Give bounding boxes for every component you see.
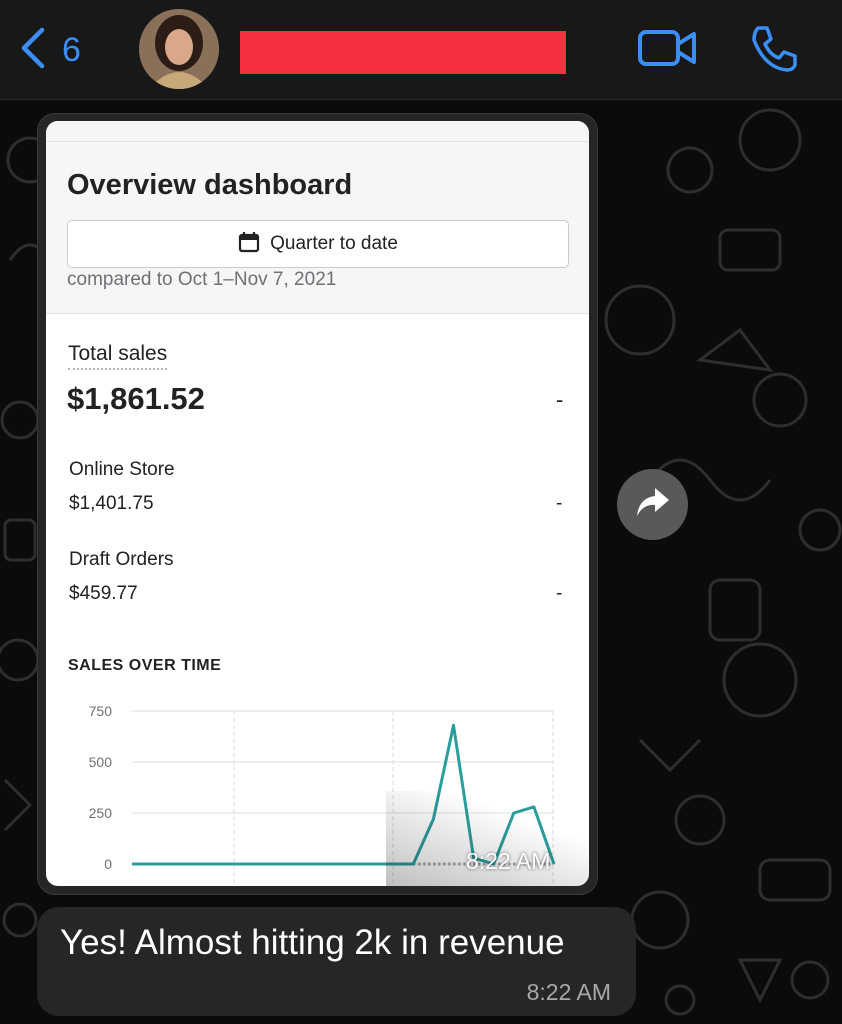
chevron-left-icon [18, 26, 48, 75]
dashboard-header-area: Overview dashboard Quarter to date compa… [46, 121, 589, 314]
video-camera-icon [636, 30, 698, 76]
dashboard-screenshot[interactable]: Overview dashboard Quarter to date compa… [46, 121, 589, 886]
dashboard-title: Overview dashboard [67, 169, 353, 201]
video-call-button[interactable] [636, 24, 698, 72]
message-text: Yes! Almost hitting 2k in revenue [60, 923, 565, 962]
online-store-value: $1,401.75 [69, 493, 154, 514]
unread-count: 6 [62, 30, 81, 69]
message-timestamp: 8:22 AM [526, 979, 611, 1005]
text-message-bubble[interactable]: Yes! Almost hitting 2k in revenue 8:22 A… [37, 907, 636, 1016]
calendar-icon [238, 231, 260, 258]
contact-name-redacted[interactable] [240, 31, 566, 74]
image-timestamp: 8:22 AM [466, 848, 551, 874]
online-store-label: Online Store [69, 459, 175, 480]
total-sales-label: Total sales [68, 342, 168, 370]
divider [46, 141, 589, 142]
y-tick-label: 500 [89, 754, 113, 770]
total-sales-change: - [556, 387, 564, 412]
total-sales-value: $1,861.52 [67, 381, 205, 416]
share-arrow-icon [635, 486, 671, 523]
chart-title: SALES OVER TIME [68, 657, 222, 674]
contact-avatar[interactable] [139, 9, 219, 89]
draft-orders-value: $459.77 [69, 583, 138, 604]
y-tick-label: 750 [89, 703, 113, 719]
comparison-period: compared to Oct 1–Nov 7, 2021 [67, 269, 337, 290]
chat-header: 6 [0, 0, 842, 100]
y-tick-label: 0 [104, 856, 112, 872]
phone-icon [748, 26, 800, 78]
date-range-label: Quarter to date [270, 233, 398, 254]
voice-call-button[interactable] [748, 22, 800, 74]
y-tick-label: 250 [89, 805, 113, 821]
forward-button[interactable] [617, 469, 688, 540]
draft-orders-change: - [556, 583, 563, 604]
draft-orders-label: Draft Orders [69, 549, 174, 570]
back-button[interactable]: 6 [18, 26, 98, 74]
online-store-change: - [556, 493, 563, 514]
date-range-button: Quarter to date [67, 220, 569, 268]
